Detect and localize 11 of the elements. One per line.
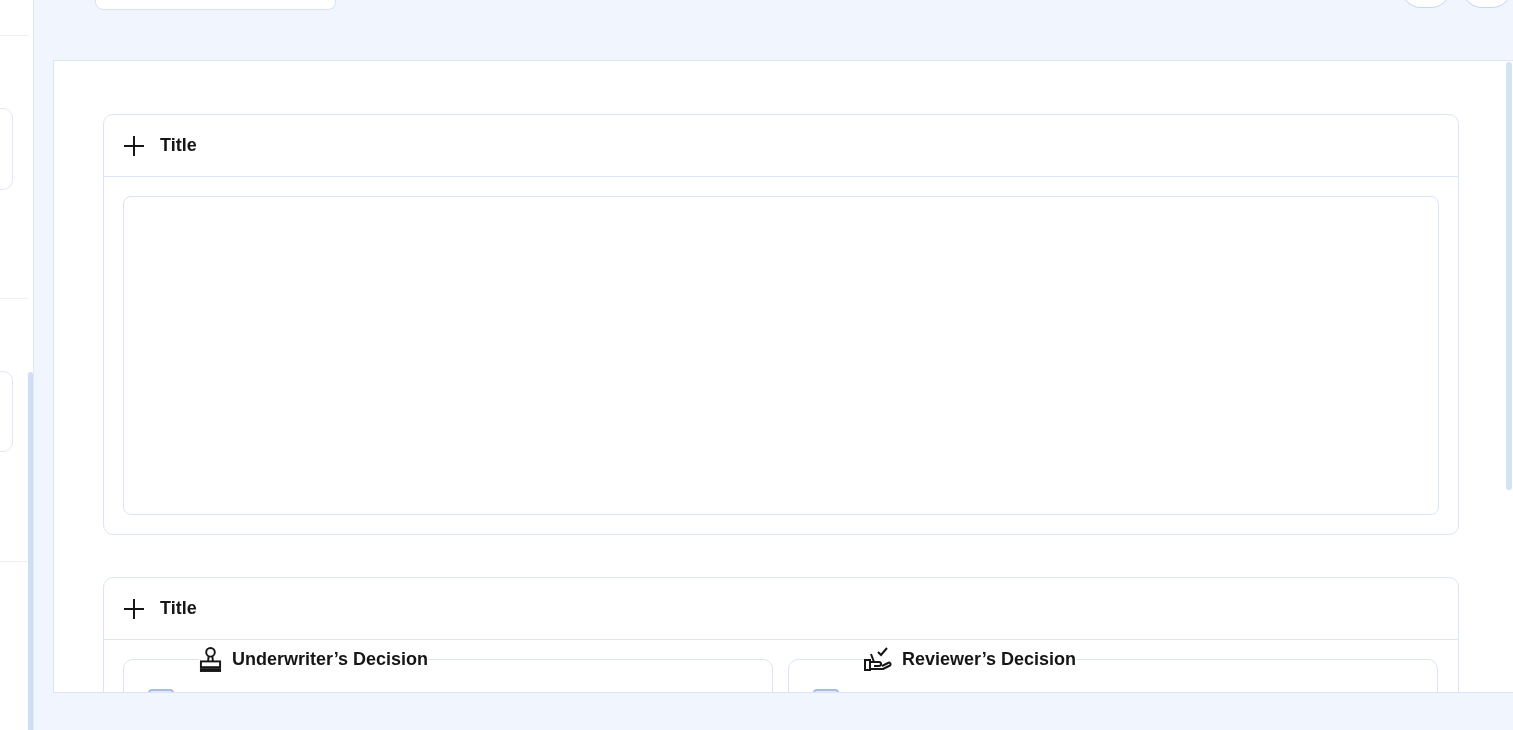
panel-title: Reviewer’s Decision: [902, 648, 1077, 670]
stamp-icon: [199, 646, 222, 672]
section-title: Title: [160, 598, 197, 619]
section-title: Title: [160, 135, 197, 156]
plus-icon[interactable]: [124, 135, 144, 156]
scrollbar[interactable]: [1506, 62, 1512, 490]
panel-title: Underwriter’s Decision: [232, 648, 429, 670]
plus-icon[interactable]: [124, 598, 144, 619]
hand-check-icon: [864, 646, 892, 672]
scrollbar[interactable]: [28, 372, 33, 730]
text-area[interactable]: [123, 196, 1439, 515]
